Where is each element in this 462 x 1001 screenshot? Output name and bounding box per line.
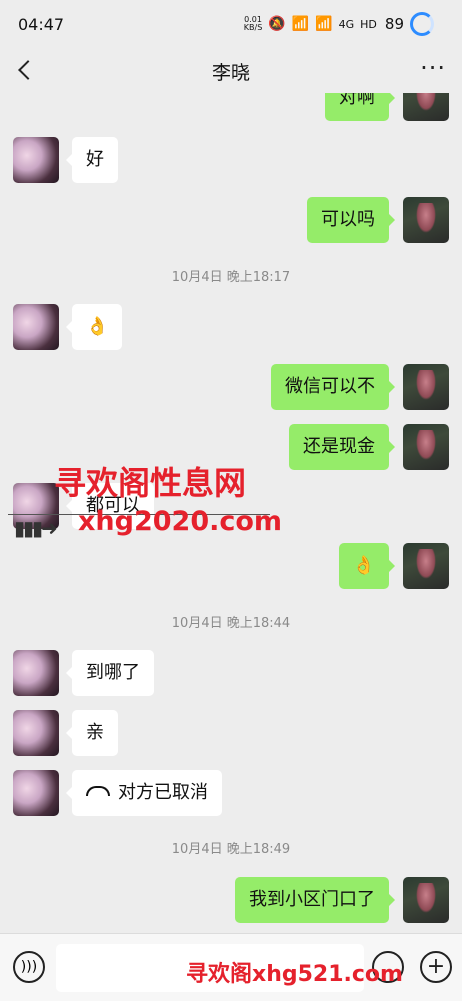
contact-avatar[interactable]: [13, 137, 59, 183]
battery-level: 89: [384, 15, 404, 33]
voice-input-button[interactable]: ))): [13, 951, 45, 983]
hd-label: HD: [360, 17, 377, 31]
call-record-text: 对方已取消: [118, 782, 208, 803]
phone-hangup-icon: [86, 786, 110, 796]
message-bubble-incoming[interactable]: 亲: [66, 710, 118, 756]
message-bubble-outgoing[interactable]: 还是现金: [289, 424, 395, 470]
net-speed: 0.01 KB/S: [243, 15, 263, 32]
self-avatar[interactable]: [403, 364, 449, 410]
loading-ring-icon: [410, 12, 434, 36]
status-icons: 0.01 KB/S 🔕 📶 📶 4G HD 89: [244, 12, 434, 36]
plus-icon: +: [426, 954, 446, 979]
watermark-site-url: xhg2020.com: [78, 506, 283, 537]
self-avatar[interactable]: [403, 877, 449, 923]
chat-header: 李晓 ···: [0, 48, 462, 93]
voice-icon: ))): [20, 959, 38, 975]
more-options-button[interactable]: ···: [420, 54, 446, 82]
mute-icon: 🔕: [268, 16, 286, 32]
contact-avatar[interactable]: [13, 304, 59, 350]
more-functions-button[interactable]: +: [420, 951, 452, 983]
chat-title: 李晓: [211, 62, 250, 84]
message-bubble-outgoing[interactable]: 可以吗: [307, 197, 395, 243]
wifi-icon-2: 📶: [315, 16, 333, 32]
watermark-site-name: 寻欢阁性息网: [54, 464, 247, 502]
message-bubble-outgoing[interactable]: 👌: [338, 543, 396, 589]
watermark-arrow-icon: ▮▮▮➜: [14, 516, 58, 540]
message-bubble-incoming[interactable]: 好: [66, 137, 118, 183]
status-bar: 04:47 0.01 KB/S 🔕 📶 📶 4G HD 89: [0, 0, 462, 48]
contact-avatar[interactable]: [13, 710, 59, 756]
timestamp: 10月4日 晚上18:17: [171, 270, 291, 285]
contact-avatar[interactable]: [13, 770, 59, 816]
timestamp: 10月4日 晚上18:44: [171, 616, 291, 631]
message-bubble-outgoing[interactable]: 微信可以不: [271, 364, 395, 410]
message-bubble-outgoing[interactable]: 我到小区门口了: [235, 877, 395, 923]
wifi-icon: 📶: [291, 16, 310, 32]
message-bubble-outgoing[interactable]: 对啊: [325, 93, 395, 121]
message-bubble-incoming[interactable]: 👌: [65, 304, 123, 350]
self-avatar[interactable]: [403, 93, 449, 121]
watermark-bottom: 寻欢阁xhg521.com: [186, 962, 403, 987]
timestamp: 10月4日 晚上18:49: [171, 842, 291, 857]
call-record-bubble[interactable]: 对方已取消: [66, 770, 222, 816]
self-avatar[interactable]: [403, 543, 449, 589]
signal-label: 4G: [338, 17, 355, 31]
self-avatar[interactable]: [403, 197, 449, 243]
self-avatar[interactable]: [403, 424, 449, 470]
contact-avatar[interactable]: [13, 650, 59, 696]
message-bubble-incoming[interactable]: 到哪了: [66, 650, 154, 696]
status-time: 04:47: [18, 15, 65, 34]
